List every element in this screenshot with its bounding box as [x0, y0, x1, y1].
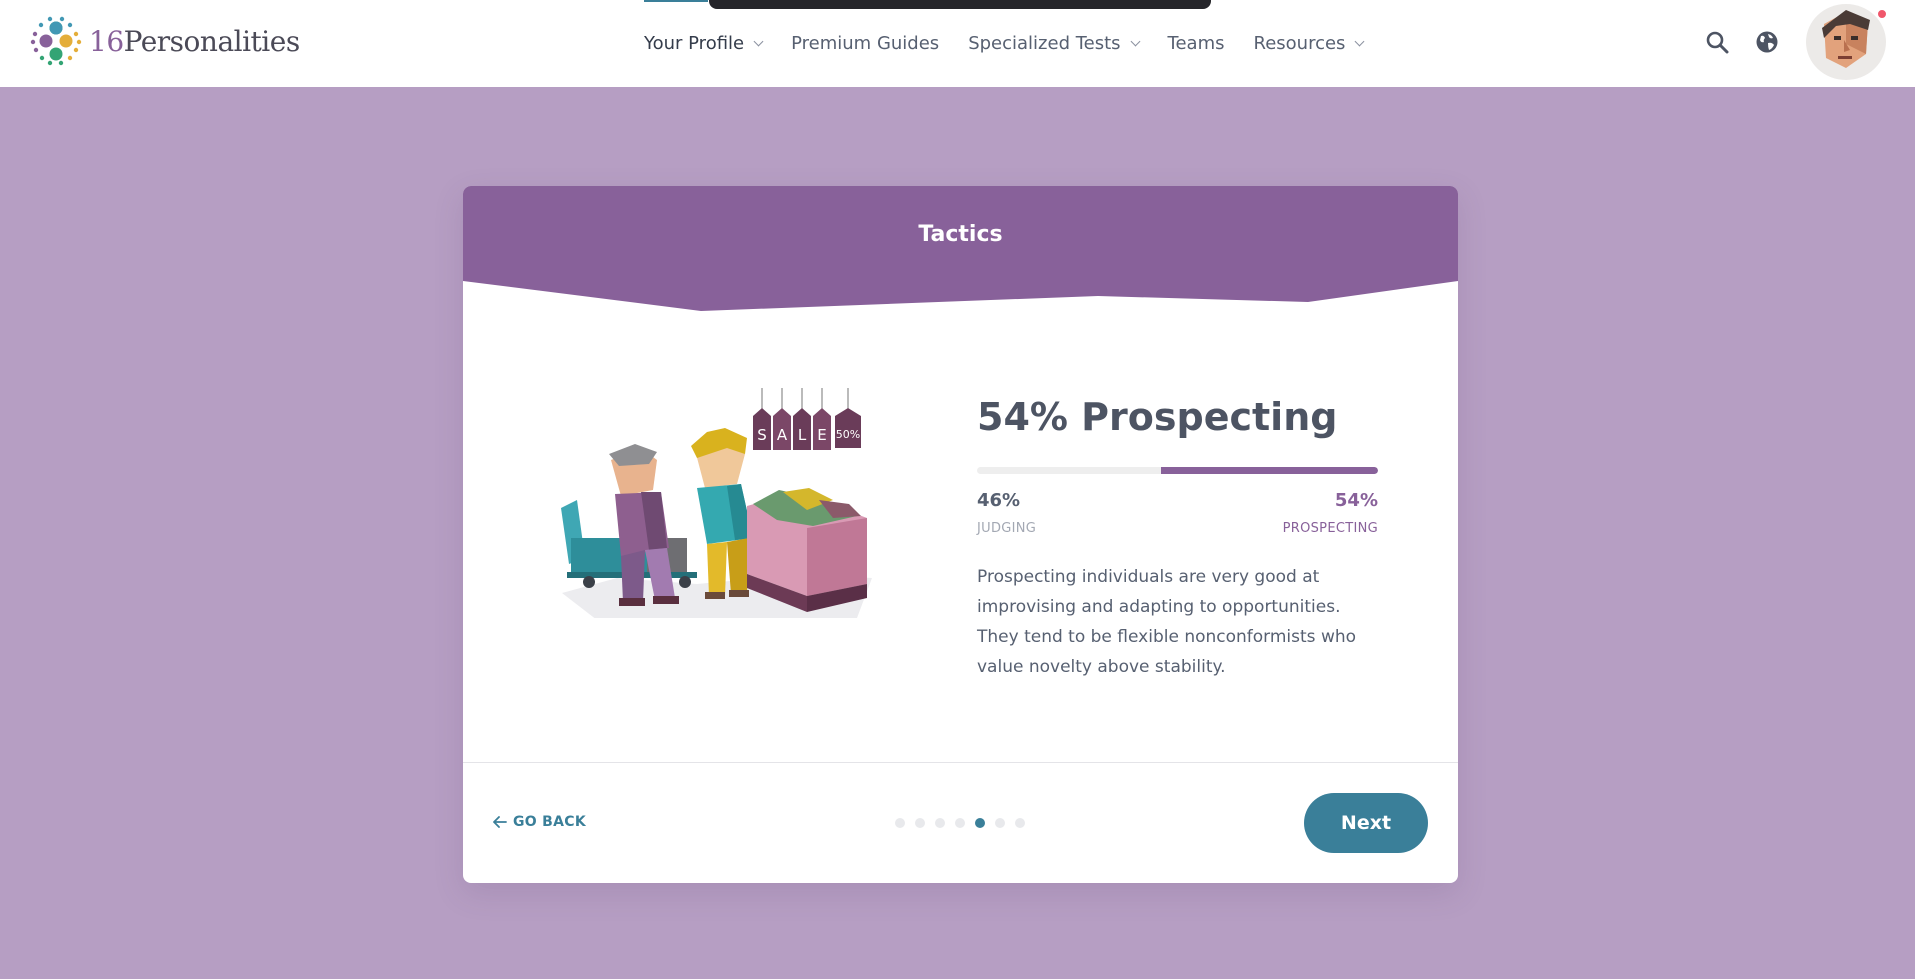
top-navigation-bar: 16Personalities Your Profile Premium Gui…	[0, 0, 1915, 87]
nav-label: Your Profile	[644, 33, 745, 54]
card-header: Tactics	[463, 186, 1458, 314]
pagination-dot[interactable]	[895, 818, 905, 828]
main-nav: Your Profile Premium Guides Specialized …	[644, 0, 1392, 87]
judging-label: JUDGING	[977, 521, 1037, 536]
nav-label: Resources	[1253, 33, 1346, 54]
pagination-dot[interactable]	[915, 818, 925, 828]
language-button[interactable]	[1751, 26, 1783, 58]
globe-icon	[1756, 31, 1778, 53]
pagination-dot[interactable]	[935, 818, 945, 828]
pagination-dot[interactable]	[995, 818, 1005, 828]
trait-progress-bar	[977, 467, 1378, 474]
site-logo[interactable]: 16Personalities	[29, 14, 300, 68]
pagination-dot[interactable]	[975, 818, 985, 828]
nav-resources[interactable]: Resources	[1253, 0, 1365, 87]
nav-label: Specialized Tests	[968, 33, 1121, 54]
logo-wordmark: 16Personalities	[89, 24, 300, 58]
sign-letter: S	[757, 426, 767, 444]
nav-label: Teams	[1167, 33, 1225, 54]
sign-letter: A	[777, 426, 788, 444]
result-card: Tactics S A L E 50% 54% Prospecting 46% …	[463, 186, 1458, 883]
go-back-button[interactable]: GO BACK	[493, 814, 586, 830]
nav-your-profile[interactable]: Your Profile	[644, 0, 764, 87]
search-icon	[1706, 31, 1729, 54]
pagination-dot[interactable]	[1015, 818, 1025, 828]
go-back-label: GO BACK	[513, 814, 586, 830]
chevron-down-icon	[1130, 36, 1140, 46]
card-title: Tactics	[918, 222, 1003, 247]
avatar[interactable]	[1806, 4, 1886, 80]
prospecting-percent: 54%	[1334, 490, 1378, 511]
sign-letter: 50%	[836, 428, 860, 441]
pagination-dots	[895, 818, 1035, 828]
notification-badge	[1876, 8, 1888, 20]
nav-premium-guides[interactable]: Premium Guides	[791, 0, 939, 87]
trait-headline: 54% Prospecting	[977, 395, 1338, 439]
card-header-banner	[463, 186, 1458, 311]
logo-dots-icon	[30, 16, 82, 66]
sign-letter: L	[798, 426, 807, 444]
judging-percent: 46%	[977, 490, 1021, 511]
pagination-dot[interactable]	[955, 818, 965, 828]
nav-teams[interactable]: Teams	[1168, 0, 1225, 87]
prospecting-label: PROSPECTING	[1282, 521, 1378, 536]
next-button[interactable]: Next	[1304, 793, 1428, 853]
nav-label: Premium Guides	[791, 33, 940, 54]
search-button[interactable]	[1701, 26, 1733, 58]
trait-progress-fill	[1161, 467, 1378, 474]
sale-shoppers-illustration: S A L E 50%	[557, 388, 877, 620]
trait-description: Prospecting individuals are very good at…	[977, 567, 1357, 677]
sign-letter: E	[817, 426, 826, 444]
chevron-down-icon	[1354, 36, 1365, 46]
nav-specialized-tests[interactable]: Specialized Tests	[968, 0, 1140, 87]
card-divider	[463, 762, 1458, 763]
chevron-down-icon	[753, 36, 764, 46]
avatar-face-icon	[1806, 4, 1886, 80]
arrow-left-icon	[493, 816, 507, 828]
